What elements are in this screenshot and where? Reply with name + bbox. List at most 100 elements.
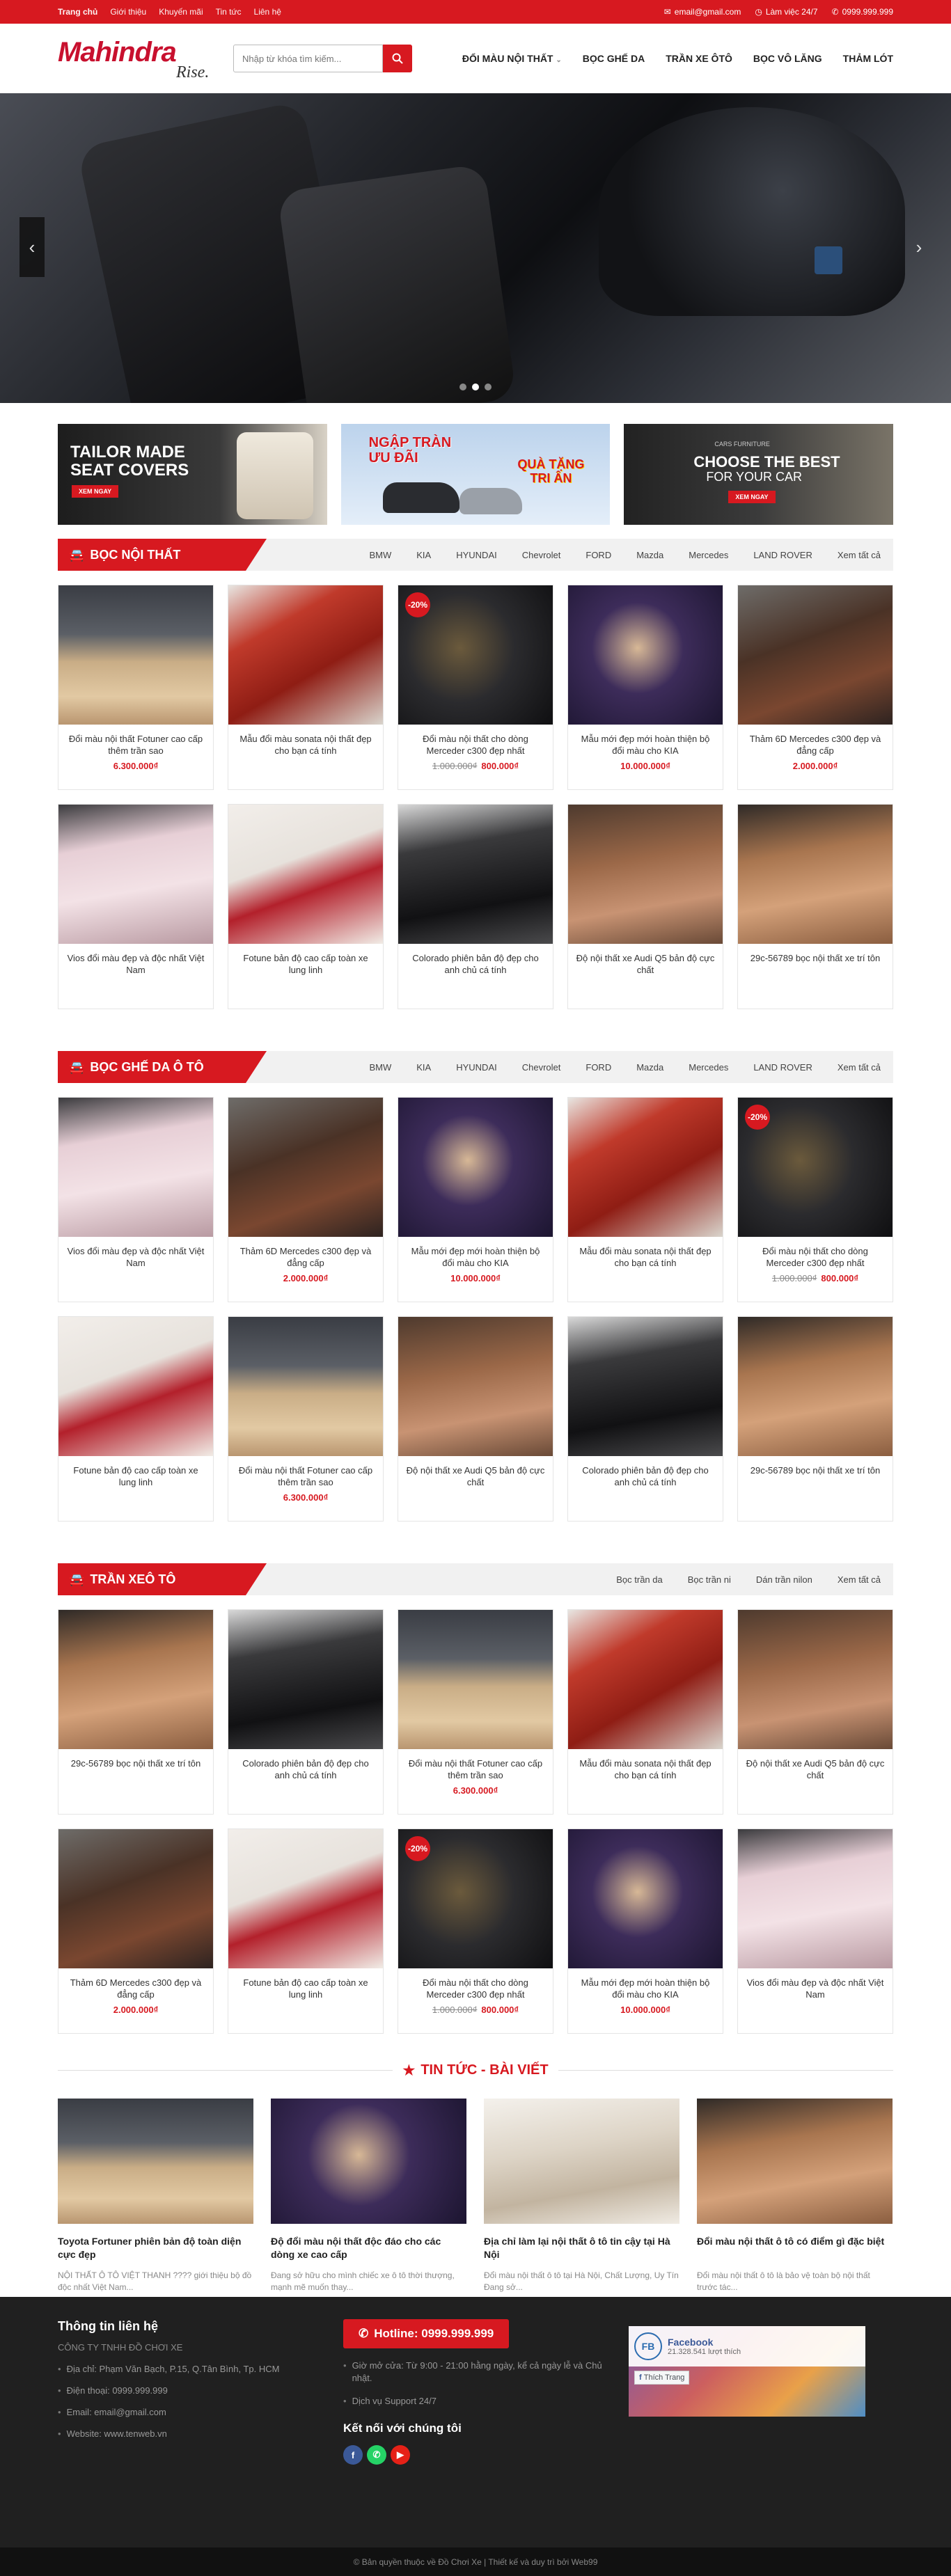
news-item-title[interactable]: Đổi màu nội thất ô tô có điểm gì đặc biệ… — [697, 2235, 893, 2263]
footer-phone[interactable]: Điện thoại: 0999.999.999 — [58, 2385, 343, 2396]
product-image[interactable] — [738, 1317, 893, 1456]
news-card[interactable]: Toyota Fortuner phiên bản độ toàn diện c… — [58, 2099, 253, 2293]
banner-3-button[interactable]: XEM NGAY — [728, 491, 776, 503]
footer-email[interactable]: Email: email@gmail.com — [58, 2407, 343, 2417]
product-card[interactable]: Độ nội thất xe Audi Q5 bản độ cực chất — [567, 804, 723, 1009]
product-card[interactable]: Thảm 6D Mercedes c300 đẹp và đẳng cấp 2.0… — [737, 585, 893, 790]
product-image[interactable] — [738, 1610, 893, 1749]
product-card[interactable]: Fotune bản độ cao cấp toàn xe lung linh — [58, 1316, 214, 1522]
logo[interactable]: Mahindra Rise. — [58, 34, 218, 83]
top-email[interactable]: ✉ email@gmail.com — [664, 7, 741, 17]
product-card[interactable]: Mẫu đổi màu sonata nội thất đẹp cho bạn … — [567, 1609, 723, 1815]
product-image[interactable] — [228, 1829, 383, 1968]
hotline-button[interactable]: ✆ Hotline: 0999.999.999 — [343, 2319, 510, 2348]
section-tab[interactable]: Dán trần nilon — [756, 1574, 812, 1585]
product-image[interactable] — [228, 1098, 383, 1237]
section-tab[interactable]: HYUNDAI — [456, 1062, 497, 1073]
product-image[interactable] — [228, 1317, 383, 1456]
nav-item-ceiling[interactable]: TRẦN XE ÔTÔ — [666, 53, 732, 64]
nav-item-mats[interactable]: THẢM LÓT — [843, 53, 893, 64]
news-image[interactable] — [58, 2099, 253, 2224]
product-image[interactable] — [568, 1317, 723, 1456]
product-name[interactable]: Mẫu đổi màu sonata nội thất đẹp cho bạn … — [568, 1237, 723, 1270]
slider-dot[interactable] — [459, 384, 466, 390]
facebook-like-button[interactable]: f Thích Trang — [634, 2371, 690, 2385]
news-image[interactable] — [484, 2099, 679, 2224]
product-card[interactable]: Thảm 6D Mercedes c300 đẹp và đẳng cấp 2.0… — [228, 1097, 384, 1302]
product-name[interactable]: 29c-56789 bọc nội thất xe trí tôn — [58, 1749, 213, 1783]
product-card[interactable]: Vios đổi màu đẹp và độc nhất Việt Nam — [58, 1097, 214, 1302]
top-link-contact[interactable]: Liên hệ — [254, 7, 281, 17]
news-image[interactable] — [697, 2099, 893, 2224]
product-image[interactable] — [58, 1610, 213, 1749]
news-image[interactable] — [271, 2099, 466, 2224]
nav-item-leather-seats[interactable]: BỌC GHẾ DA — [583, 53, 645, 64]
product-name[interactable]: Colorado phiên bản độ đẹp cho anh chủ cá… — [228, 1749, 383, 1783]
product-card[interactable]: Vios đổi màu đẹp và độc nhất Việt Nam — [58, 804, 214, 1009]
news-card[interactable]: Đổi màu nội thất ô tô có điểm gì đặc biệ… — [697, 2099, 893, 2293]
section-tab[interactable]: Bọc trần da — [616, 1574, 663, 1585]
section-tab[interactable]: FORD — [585, 1062, 611, 1073]
banner-furniture[interactable]: CARS FURNITURE CHOOSE THE BEST FOR YOUR … — [624, 424, 894, 525]
product-image[interactable] — [398, 1610, 553, 1749]
product-card[interactable]: 29c-56789 bọc nội thất xe trí tôn — [737, 1316, 893, 1522]
banner-promotion[interactable]: NGẬP TRÀN ƯU ĐÃI QUÀ TẶNG TRI ÂN — [340, 424, 611, 525]
youtube-icon[interactable]: ▶ — [391, 2445, 410, 2465]
nav-item-interior-color[interactable]: ĐỔI MÀU NỘI THẤT ⌄ — [462, 53, 562, 64]
product-name[interactable]: Fotune bản độ cao cấp toàn xe lung linh — [228, 1968, 383, 2002]
product-image[interactable] — [58, 805, 213, 944]
section-tab[interactable]: Mercedes — [689, 550, 728, 560]
section-title[interactable]: 🚘 TRẦN XEÔ TÔ — [58, 1563, 267, 1595]
product-name[interactable]: Fotune bản độ cao cấp toàn xe lung linh — [228, 944, 383, 977]
product-name[interactable]: 29c-56789 bọc nội thất xe trí tôn — [738, 1456, 893, 1490]
product-name[interactable]: Thảm 6D Mercedes c300 đẹp và đẳng cấp — [58, 1968, 213, 2002]
product-card[interactable]: Fotune bản độ cao cấp toàn xe lung linh — [228, 804, 384, 1009]
news-item-title[interactable]: Toyota Fortuner phiên bản độ toàn diện c… — [58, 2235, 253, 2263]
slider-prev-button[interactable]: ‹ — [19, 217, 45, 277]
phone-icon[interactable]: ✆ — [367, 2445, 386, 2465]
product-image[interactable] — [228, 585, 383, 725]
footer-website[interactable]: Website: www.tenweb.vn — [58, 2428, 343, 2439]
product-card[interactable]: Thảm 6D Mercedes c300 đẹp và đẳng cấp 2.0… — [58, 1828, 214, 2034]
product-name[interactable]: Mẫu mới đẹp mới hoàn thiện bộ đổi màu ch… — [568, 1968, 723, 2002]
product-name[interactable]: Độ nội thất xe Audi Q5 bản độ cực chất — [568, 944, 723, 977]
product-card[interactable]: Đổi màu nội thất Fotuner cao cấp thêm tr… — [398, 1609, 553, 1815]
product-image[interactable] — [398, 1098, 553, 1237]
product-name[interactable]: Mẫu đổi màu sonata nội thất đẹp cho bạn … — [568, 1749, 723, 1783]
product-name[interactable]: Thảm 6D Mercedes c300 đẹp và đẳng cấp — [228, 1237, 383, 1270]
product-image[interactable] — [398, 805, 553, 944]
product-name[interactable]: Đổi màu nội thất Fotuner cao cấp thêm tr… — [228, 1456, 383, 1490]
banner-1-button[interactable]: XEM NGAY — [72, 485, 119, 498]
section-tab[interactable]: Chevrolet — [522, 550, 561, 560]
product-card[interactable]: -20% Đổi màu nội thất cho dòng Merceder c… — [398, 585, 553, 790]
product-image[interactable] — [398, 1317, 553, 1456]
section-tab[interactable]: KIA — [416, 1062, 431, 1073]
product-image[interactable] — [58, 1317, 213, 1456]
slider-next-button[interactable]: › — [906, 217, 932, 277]
product-name[interactable]: Đổi màu nội thất Fotuner cao cấp thêm tr… — [398, 1749, 553, 1783]
product-image[interactable] — [738, 1829, 893, 1968]
facebook-widget[interactable]: FB Facebook 21.328.541 lượt thích f Thíc… — [629, 2326, 865, 2417]
product-name[interactable]: Thảm 6D Mercedes c300 đẹp và đẳng cấp — [738, 725, 893, 758]
section-tab[interactable]: HYUNDAI — [456, 550, 497, 560]
product-image[interactable] — [568, 1098, 723, 1237]
product-image[interactable] — [58, 1098, 213, 1237]
product-name[interactable]: 29c-56789 bọc nội thất xe trí tôn — [738, 944, 893, 977]
product-card[interactable]: Độ nội thất xe Audi Q5 bản độ cực chất — [398, 1316, 553, 1522]
section-tab[interactable]: BMW — [369, 1062, 391, 1073]
product-card[interactable]: Colorado phiên bản độ đẹp cho anh chủ cá… — [567, 1316, 723, 1522]
section-tab[interactable]: KIA — [416, 550, 431, 560]
news-item-title[interactable]: Địa chỉ làm lại nội thất ô tô tin cậy tạ… — [484, 2235, 679, 2263]
product-name[interactable]: Đổi màu nội thất cho dòng Merceder c300 … — [738, 1237, 893, 1270]
product-card[interactable]: -20% Đổi màu nội thất cho dòng Merceder c… — [737, 1097, 893, 1302]
section-tab[interactable]: Mercedes — [689, 1062, 728, 1073]
product-card[interactable]: Colorado phiên bản độ đẹp cho anh chủ cá… — [398, 804, 553, 1009]
section-tab[interactable]: Xem tất cả — [838, 1574, 881, 1585]
nav-item-steering[interactable]: BỌC VÔ LĂNG — [753, 53, 822, 64]
section-tab[interactable]: Bọc trần ni — [688, 1574, 731, 1585]
product-card[interactable]: Đổi màu nội thất Fotuner cao cấp thêm tr… — [58, 585, 214, 790]
section-tab[interactable]: LAND ROVER — [753, 1062, 812, 1073]
top-link-about[interactable]: Giới thiệu — [110, 7, 146, 17]
top-link-home[interactable]: Trang chủ — [58, 7, 97, 17]
section-tab[interactable]: Xem tất cả — [838, 1062, 881, 1073]
